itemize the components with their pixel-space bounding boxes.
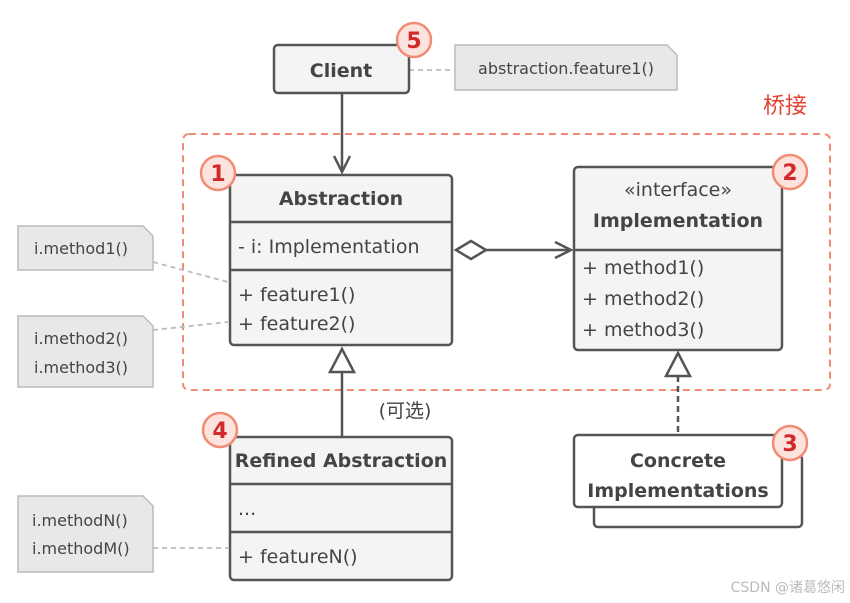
abstraction-method: + feature1(): [238, 284, 355, 306]
bridge-title: 桥接: [763, 94, 807, 119]
note-feature2-text: i.method2(): [34, 329, 128, 348]
bridge-pattern-diagram: 桥接 Client 5 abstraction.feature1() Abstr…: [17, 21, 845, 596]
note-connector: [152, 321, 229, 331]
badge-1-number: 1: [210, 162, 225, 187]
client-note-text: abstraction.feature1(): [478, 59, 654, 78]
concrete-title-line2: Implementations: [587, 480, 768, 502]
note-connector: [152, 261, 229, 283]
note-featureN-text: i.methodM(): [32, 539, 130, 558]
implementation-title: Implementation: [593, 210, 763, 232]
implementation-method: + method1(): [582, 257, 704, 279]
realization-triangle: [663, 350, 693, 378]
optional-label: (可选): [379, 400, 432, 422]
aggregation-diamond: [453, 239, 489, 261]
note-featureN-text: i.methodN(): [32, 511, 128, 530]
implementation-method: + method2(): [582, 288, 704, 310]
inheritance-triangle: [327, 346, 357, 374]
client-label: Client: [310, 60, 372, 82]
concrete-title-line1: Concrete: [630, 450, 726, 472]
watermark: CSDN @诸葛悠闲: [731, 580, 845, 596]
abstraction-method: + feature2(): [238, 313, 355, 335]
refined-abstraction-title: Refined Abstraction: [235, 450, 448, 472]
note-feature2-text: i.method3(): [34, 358, 128, 377]
badge-3-number: 3: [782, 432, 797, 457]
abstraction-title: Abstraction: [279, 188, 403, 210]
refined-method: + featureN(): [238, 546, 358, 568]
badge-2-number: 2: [782, 161, 797, 186]
note-feature1-text: i.method1(): [34, 239, 128, 258]
refined-field: ...: [238, 498, 256, 520]
implementation-stereotype: «interface»: [624, 179, 732, 201]
implementation-method: + method3(): [582, 319, 704, 341]
abstraction-field: - i: Implementation: [238, 236, 419, 258]
note-featureN: [17, 495, 154, 573]
badge-5-number: 5: [406, 29, 421, 54]
badge-4-number: 4: [212, 419, 227, 444]
